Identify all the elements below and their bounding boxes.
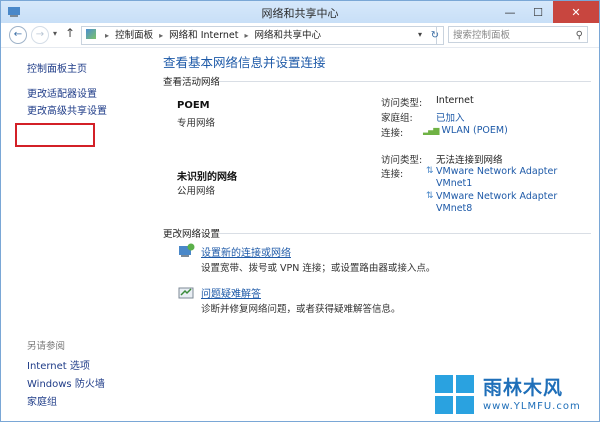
minimize-button[interactable]: — [496, 1, 524, 23]
close-button[interactable]: ✕ [553, 1, 599, 23]
main-content: 查看基本网络信息并设置连接 查看活动网络 POEM 专用网络 访问类型: Int… [161, 48, 591, 421]
vmnet8-adapter-link[interactable]: VMnet8 [436, 203, 472, 214]
vmnet1-adapter-link[interactable]: VMware Network Adapter [436, 166, 557, 177]
network-name: POEM [177, 100, 210, 111]
connection-label: 连接: [381, 169, 404, 180]
access-type-value: 无法连接到网络 [436, 155, 503, 166]
refresh-button[interactable]: ↻ [427, 26, 444, 45]
homegroup-label: 家庭组: [381, 113, 413, 124]
see-also-heading: 另请参阅 [27, 341, 66, 352]
network-adapter-icon: ⇅ [426, 166, 434, 176]
network-sharing-window: 网络和共享中心 — ☐ ✕ ← → ▾ ↑ ▸ 控制面板 ▸ 网络和 Inter… [0, 0, 600, 422]
back-button[interactable]: ← [9, 26, 27, 44]
network-type: 公用网络 [177, 186, 216, 197]
sidebar-item-change-adapter-settings[interactable]: 更改适配器设置 [27, 85, 97, 100]
breadcrumb-separator: ▸ [244, 31, 249, 40]
highlight-annotation [15, 123, 95, 147]
access-type-label: 访问类型: [381, 98, 423, 109]
watermark-brand: 雨林木风 [483, 377, 564, 399]
divider [219, 81, 591, 82]
forward-button[interactable]: → [31, 26, 49, 44]
recent-locations-dropdown[interactable]: ▾ [53, 29, 57, 38]
new-connection-icon [179, 243, 195, 257]
wlan-connection-link[interactable]: ▂▄▆ WLAN (POEM) [423, 125, 508, 136]
access-type-label: 访问类型: [381, 155, 423, 166]
access-type-value: Internet [436, 95, 474, 106]
see-also-windows-firewall[interactable]: Windows 防火墙 [27, 375, 105, 390]
see-also-internet-options[interactable]: Internet 选项 [27, 357, 90, 372]
wifi-signal-icon: ▂▄▆ [423, 126, 440, 135]
address-dropdown-button[interactable]: ▾ [413, 26, 427, 43]
windows-logo-icon [435, 375, 475, 415]
watermark-url: www.YLMFU.com [483, 401, 581, 412]
network-adapter-icon: ⇅ [426, 191, 434, 201]
active-networks-heading: 查看活动网络 [163, 77, 221, 88]
breadcrumb-control-panel[interactable]: 控制面板 [115, 30, 153, 41]
title-bar: 网络和共享中心 — ☐ ✕ [1, 1, 599, 23]
troubleshoot-desc: 诊断并修复网络问题，或者获得疑难解答信息。 [201, 304, 401, 315]
navigation-bar: ← → ▾ ↑ ▸ 控制面板 ▸ 网络和 Internet ▸ 网络和共享中心 … [1, 23, 599, 48]
breadcrumb-network-internet[interactable]: 网络和 Internet [169, 30, 238, 41]
watermark-logo: 雨林木风 www.YLMFU.com [433, 371, 593, 417]
control-panel-icon [86, 29, 96, 39]
search-input[interactable]: 搜索控制面板 ⚲ [448, 26, 588, 43]
search-icon[interactable]: ⚲ [576, 27, 583, 44]
change-settings-heading: 更改网络设置 [163, 229, 221, 240]
sidebar-item-control-panel-home[interactable]: 控制面板主页 [27, 60, 87, 75]
see-also-homegroup[interactable]: 家庭组 [27, 393, 57, 408]
breadcrumb-separator: ▸ [159, 31, 164, 40]
setup-new-connection-desc: 设置宽带、拨号或 VPN 连接；或设置路由器或接入点。 [201, 263, 436, 274]
setup-new-connection-link[interactable]: 设置新的连接或网络 [201, 244, 291, 259]
up-button[interactable]: ↑ [65, 26, 75, 40]
search-placeholder: 搜索控制面板 [453, 30, 511, 41]
sidebar-item-advanced-sharing[interactable]: 更改高级共享设置 [27, 102, 107, 117]
sidebar: 控制面板主页 更改适配器设置 更改高级共享设置 另请参阅 Internet 选项… [1, 48, 151, 421]
network-name: 未识别的网络 [177, 172, 237, 183]
wlan-connection-label: WLAN (POEM) [441, 125, 508, 136]
network-type: 专用网络 [177, 118, 216, 129]
divider [219, 233, 591, 234]
address-bar[interactable]: ▸ 控制面板 ▸ 网络和 Internet ▸ 网络和共享中心 [81, 26, 437, 45]
connection-label: 连接: [381, 128, 404, 139]
page-title: 查看基本网络信息并设置连接 [163, 55, 326, 70]
troubleshoot-icon [178, 287, 194, 299]
troubleshoot-link[interactable]: 问题疑难解答 [201, 285, 261, 300]
breadcrumb-network-sharing-center[interactable]: 网络和共享中心 [255, 30, 322, 41]
vmnet8-adapter-link[interactable]: VMware Network Adapter [436, 191, 557, 202]
breadcrumb-separator: ▸ [105, 31, 110, 40]
homegroup-link[interactable]: 已加入 [436, 110, 465, 124]
maximize-button[interactable]: ☐ [524, 1, 552, 23]
vmnet1-adapter-link[interactable]: VMnet1 [436, 178, 472, 189]
